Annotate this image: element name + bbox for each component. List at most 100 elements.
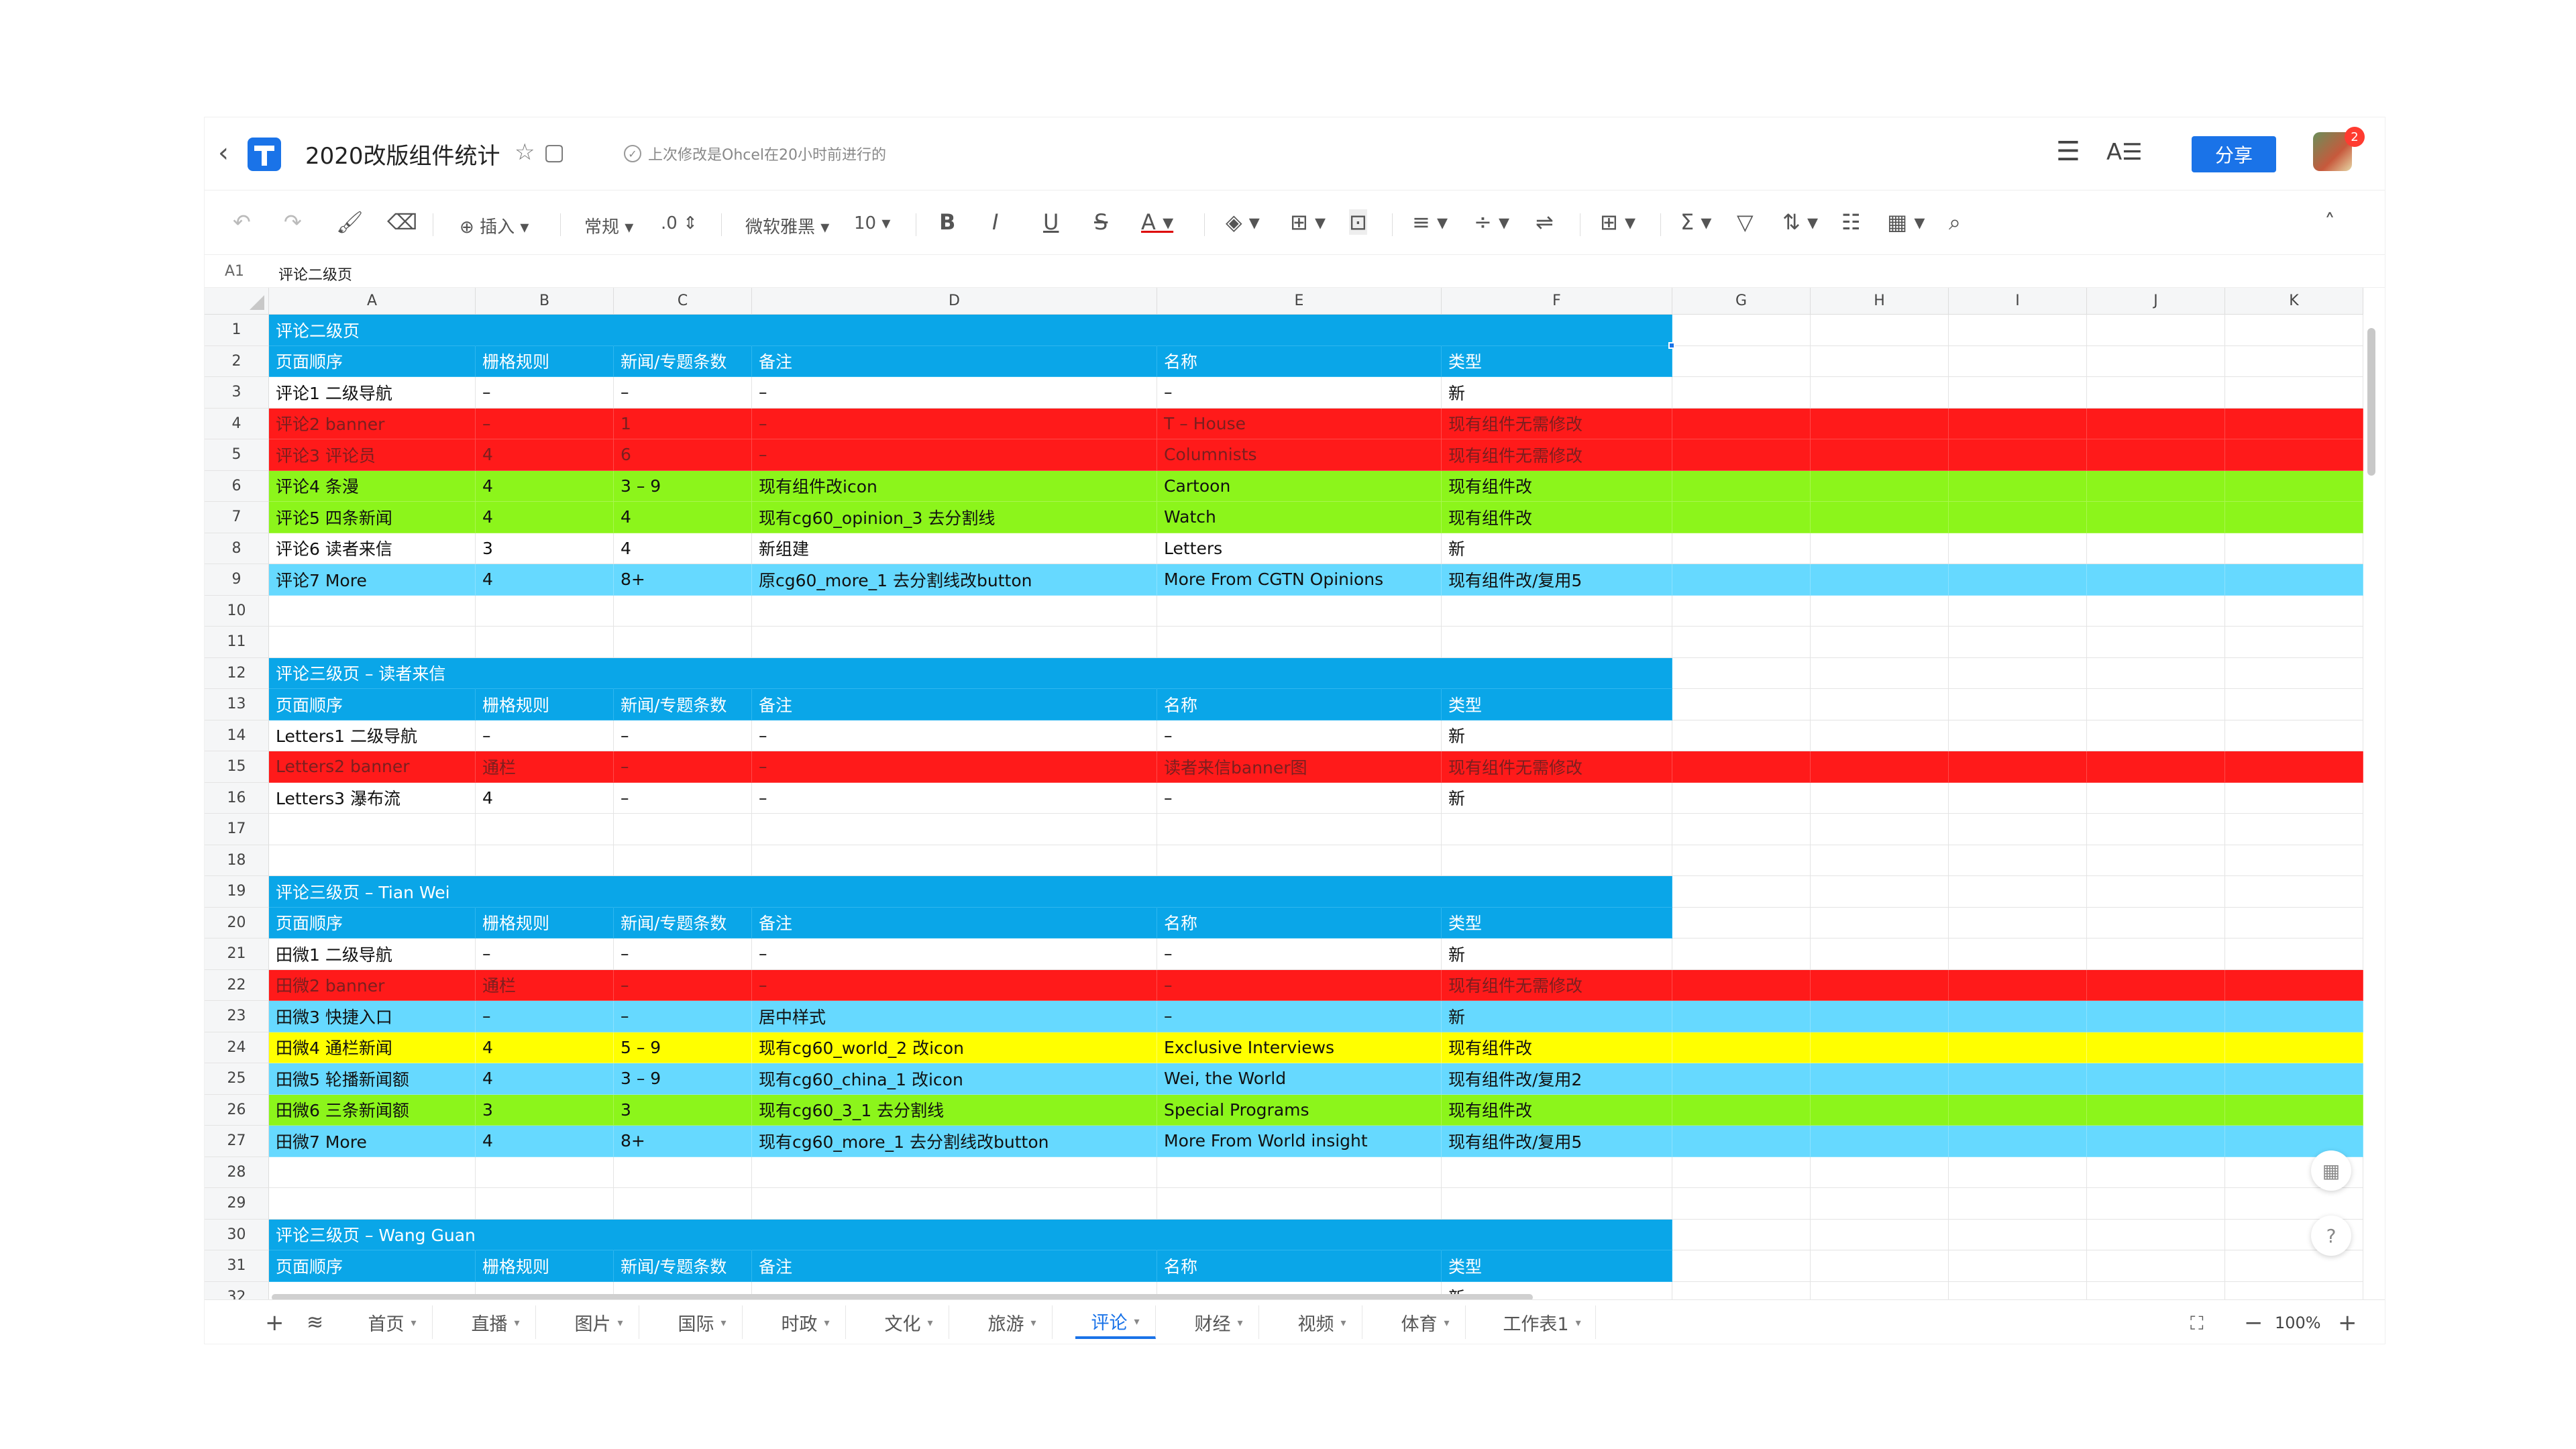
cell-b6[interactable]: 4 (476, 470, 614, 502)
cell-b17[interactable] (476, 814, 614, 845)
row-header[interactable]: 22 (205, 969, 269, 1001)
cell-b14[interactable]: – (476, 720, 614, 751)
cell-j17[interactable] (2087, 814, 2225, 845)
cell-g2[interactable] (1672, 345, 1811, 377)
cell-k16[interactable] (2225, 782, 2363, 814)
sheet-tab-7[interactable]: 评论 ▾ (1075, 1305, 1156, 1339)
cell-e5[interactable]: Columnists (1157, 439, 1442, 471)
cell-j10[interactable] (2087, 595, 2225, 627)
cell-g29[interactable] (1672, 1188, 1811, 1220)
horizontal-align-icon[interactable]: ≡ ▾ (1412, 209, 1448, 235)
cell-d18[interactable] (752, 845, 1157, 876)
cell-c7[interactable]: 4 (614, 502, 752, 533)
cell-i23[interactable] (1949, 1001, 2087, 1032)
cell-d13[interactable]: 备注 (752, 689, 1157, 720)
cell-j7[interactable] (2087, 502, 2225, 533)
cell-a3[interactable]: 评论1 二级导航 (269, 377, 476, 409)
cell-g8[interactable] (1672, 533, 1811, 564)
cell-j25[interactable] (2087, 1063, 2225, 1095)
cell-k21[interactable] (2225, 938, 2363, 970)
cell-d12[interactable] (752, 657, 1157, 689)
cell-k17[interactable] (2225, 814, 2363, 845)
border-icon[interactable]: ⊞ ▾ (1290, 209, 1326, 235)
row-header[interactable]: 11 (205, 627, 269, 658)
cell-d2[interactable]: 备注 (752, 345, 1157, 377)
cell-c9[interactable]: 8+ (614, 564, 752, 596)
sheet-tab-2[interactable]: 图片 ▾ (559, 1305, 639, 1339)
cell-e22[interactable]: – (1157, 969, 1442, 1001)
cell-a4[interactable]: 评论2 banner (269, 408, 476, 439)
cell-f10[interactable] (1442, 595, 1672, 627)
cell-a31[interactable]: 页面顺序 (269, 1250, 476, 1282)
cell-g4[interactable] (1672, 408, 1811, 439)
cell-e21[interactable]: – (1157, 938, 1442, 970)
cell-e3[interactable]: – (1157, 377, 1442, 409)
cell-j5[interactable] (2087, 439, 2225, 471)
cell-h6[interactable] (1811, 470, 1949, 502)
cell-k23[interactable] (2225, 1001, 2363, 1032)
cell-j30[interactable] (2087, 1219, 2225, 1250)
cell-f4[interactable]: 现有组件无需修改 (1442, 408, 1672, 439)
cell-d16[interactable]: – (752, 782, 1157, 814)
cell-c27[interactable]: 8+ (614, 1126, 752, 1157)
row-header[interactable]: 23 (205, 1001, 269, 1032)
cell-c23[interactable]: – (614, 1001, 752, 1032)
cell-f22[interactable]: 现有组件无需修改 (1442, 969, 1672, 1001)
sheet-tab-1[interactable]: 直播 ▾ (455, 1305, 536, 1339)
cell-a12[interactable]: 评论三级页 – 读者来信 (269, 657, 476, 689)
row-header[interactable]: 7 (205, 502, 269, 533)
row-header[interactable]: 26 (205, 1094, 269, 1126)
cell-d11[interactable] (752, 627, 1157, 658)
sheet-tab-0[interactable]: 首页 ▾ (352, 1305, 433, 1339)
column-header-g[interactable]: G (1672, 288, 1811, 315)
cell-g23[interactable] (1672, 1001, 1811, 1032)
cell-i6[interactable] (1949, 470, 2087, 502)
cell-d6[interactable]: 现有组件改icon (752, 470, 1157, 502)
cell-d31[interactable]: 备注 (752, 1250, 1157, 1282)
cell-a16[interactable]: Letters3 瀑布流 (269, 782, 476, 814)
cell-f17[interactable] (1442, 814, 1672, 845)
cell-b28[interactable] (476, 1157, 614, 1188)
cell-a18[interactable] (269, 845, 476, 876)
cell-b26[interactable]: 3 (476, 1094, 614, 1126)
row-header[interactable]: 27 (205, 1126, 269, 1157)
filter-icon[interactable]: ▽ (1737, 209, 1754, 235)
cell-b11[interactable] (476, 627, 614, 658)
cell-j24[interactable] (2087, 1032, 2225, 1063)
select-all-corner[interactable] (205, 288, 269, 315)
cell-g15[interactable] (1672, 751, 1811, 783)
fill-color-icon[interactable]: ◈ ▾ (1226, 209, 1260, 235)
cell-h22[interactable] (1811, 969, 1949, 1001)
cell-d10[interactable] (752, 595, 1157, 627)
number-format-select[interactable]: 常规 ▾ (584, 213, 633, 238)
cell-e13[interactable]: 名称 (1157, 689, 1442, 720)
cell-i13[interactable] (1949, 689, 2087, 720)
cell-c1[interactable] (614, 315, 752, 346)
cell-h19[interactable] (1811, 876, 1949, 908)
cell-f30[interactable] (1442, 1219, 1672, 1250)
cell-j4[interactable] (2087, 408, 2225, 439)
cell-d21[interactable]: – (752, 938, 1157, 970)
cell-e18[interactable] (1157, 845, 1442, 876)
row-header[interactable]: 4 (205, 408, 269, 439)
cell-b25[interactable]: 4 (476, 1063, 614, 1095)
sheet-tab-9[interactable]: 视频 ▾ (1282, 1305, 1362, 1339)
cell-f12[interactable] (1442, 657, 1672, 689)
cell-d9[interactable]: 原cg60_more_1 去分割线改button (752, 564, 1157, 596)
cell-a9[interactable]: 评论7 More (269, 564, 476, 596)
cell-f14[interactable]: 新 (1442, 720, 1672, 751)
row-header[interactable]: 28 (205, 1157, 269, 1188)
cell-f19[interactable] (1442, 876, 1672, 908)
cell-e24[interactable]: Exclusive Interviews (1157, 1032, 1442, 1063)
cell-g26[interactable] (1672, 1094, 1811, 1126)
cell-i12[interactable] (1949, 657, 2087, 689)
cell-f27[interactable]: 现有组件改/复用5 (1442, 1126, 1672, 1157)
qr-icon[interactable]: ▦ (2311, 1150, 2351, 1191)
cell-e7[interactable]: Watch (1157, 502, 1442, 533)
bold-icon[interactable]: B (939, 209, 955, 235)
cell-b7[interactable]: 4 (476, 502, 614, 533)
cell-e12[interactable] (1157, 657, 1442, 689)
cell-g20[interactable] (1672, 907, 1811, 938)
cell-f16[interactable]: 新 (1442, 782, 1672, 814)
cell-a5[interactable]: 评论3 评论员 (269, 439, 476, 471)
